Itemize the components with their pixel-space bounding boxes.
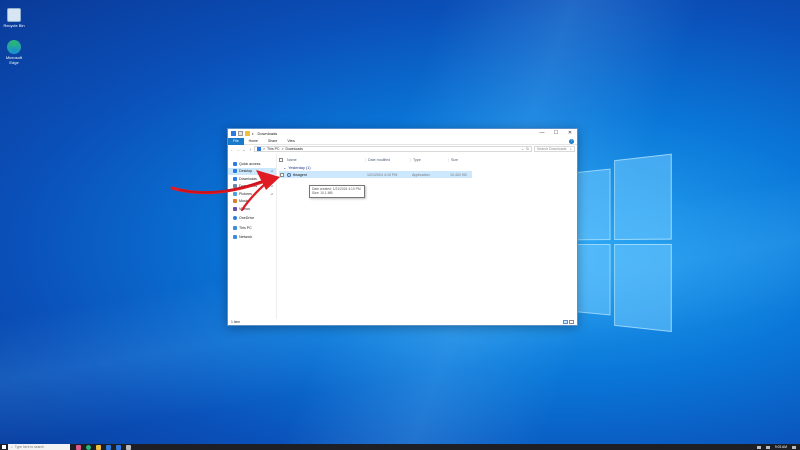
ribbon-tabs: File Home Share View ? [228,137,577,145]
details-view-button[interactable] [563,320,568,324]
address-bar[interactable]: > This PC > Downloads ⌄ ↻ [254,146,532,152]
close-button[interactable]: ✕ [563,129,577,138]
search-placeholder: Search Downloads [537,147,567,151]
red-annotation-arrow [170,170,280,212]
tooltip-size: Size: 10.1 MB [312,191,333,196]
desktop-icon-edge[interactable]: Microsoft Edge [2,40,26,65]
new-folder-icon[interactable] [245,131,250,136]
item-count: 1 item [231,320,241,324]
search-icon: ⌕ [570,147,572,151]
recent-locations-button[interactable]: ⌄ [242,147,246,152]
maximize-button[interactable]: ☐ [549,129,563,138]
tab-share[interactable]: Share [263,138,282,145]
desktop-icon-recycle-bin[interactable]: Recycle Bin [2,8,26,28]
file-date: 1/21/2024 4:10 PM [367,172,398,177]
file-name: tbsagent [293,172,307,177]
sidebar-item-network[interactable]: Network [228,234,276,242]
volume-tray-icon[interactable] [765,445,770,449]
taskbar: ⌕ Type here to search 9:03 AM [0,444,800,450]
search-input[interactable]: Search Downloads ⌕ [534,146,575,152]
taskbar-search-placeholder: Type here to search [14,445,44,449]
file-explorer-window: ▾ Downloads — ☐ ✕ File Home Share View ?… [227,128,578,326]
downloads-icon [231,131,236,136]
task-view-icon[interactable] [76,444,81,450]
forward-button[interactable]: → [236,147,240,152]
file-explorer-icon[interactable] [96,444,101,450]
start-button[interactable] [0,444,8,450]
column-header-date-modified[interactable]: Date modified [365,158,410,162]
properties-icon[interactable] [238,131,243,136]
file-size: 10,402 KB [450,172,467,177]
sidebar-item-label: OneDrive [239,216,255,221]
desktop-icon-label: Microsoft Edge [5,55,23,65]
quick-access-dropdown-icon[interactable]: ▾ [252,132,254,136]
group-header[interactable]: ⌄ Yesterday (1) [277,164,577,171]
file-type: Application [412,172,430,177]
minimize-button[interactable]: — [535,129,549,138]
this-pc-icon [233,225,237,230]
network-tray-icon[interactable] [756,445,761,449]
network-icon [233,235,237,240]
column-header-type[interactable]: Type [410,158,448,162]
notifications-icon[interactable] [792,445,796,449]
sidebar-item-label: This PC [239,225,252,230]
tab-home[interactable]: Home [244,138,263,145]
breadcrumb-separator: > [263,147,266,151]
back-button[interactable]: ← [230,147,234,152]
clock[interactable]: 9:03 AM [775,445,787,449]
group-label: Yesterday (1) [288,165,311,170]
breadcrumb-separator: > [281,147,284,151]
status-bar: 1 item [228,319,577,325]
store-icon[interactable] [116,444,121,450]
search-icon: ⌕ [11,445,13,449]
column-headers: Name Date modified Type Size [277,156,577,164]
tab-view[interactable]: View [282,138,300,145]
refresh-icon[interactable]: ↻ [526,147,529,151]
large-icons-view-button[interactable] [569,320,574,324]
desktop-icon-label: Recycle Bin [3,23,25,28]
window-title: Downloads [257,131,278,136]
sidebar-item-onedrive[interactable]: OneDrive [228,215,276,223]
file-tooltip: Date created: 1/21/2024 4:10 PM Size: 10… [309,185,365,198]
breadcrumb-downloads[interactable]: Downloads [286,147,303,151]
settings-icon[interactable] [126,444,131,450]
sidebar-item-this-pc[interactable]: This PC [228,224,276,232]
edge-icon[interactable] [86,444,91,450]
up-button[interactable]: ↑ [248,147,252,152]
address-dropdown-icon[interactable]: ⌄ [521,147,524,151]
downloads-icon [257,147,261,151]
column-header-name[interactable]: Name [285,158,365,162]
onedrive-icon [233,216,237,221]
address-toolbar: ← → ⌄ ↑ > This PC > Downloads ⌄ ↻ Search… [228,145,577,153]
file-row[interactable]: tbsagent 1/21/2024 4:10 PM Application 1… [279,171,472,178]
windows-logo-wallpaper [567,153,672,337]
windows-start-icon [2,445,6,449]
column-header-size[interactable]: Size [448,158,478,162]
help-icon[interactable]: ? [569,138,574,144]
taskbar-search[interactable]: ⌕ Type here to search [8,444,70,450]
edge-icon [7,40,21,54]
sidebar-item-label: Network [239,235,253,240]
breadcrumb-this-pc[interactable]: This PC [267,147,279,151]
file-list: Name Date modified Type Size ⌄ Yesterday… [277,154,577,319]
recycle-bin-icon [7,8,21,22]
tab-file[interactable]: File [228,137,244,145]
mail-icon[interactable] [106,444,111,450]
